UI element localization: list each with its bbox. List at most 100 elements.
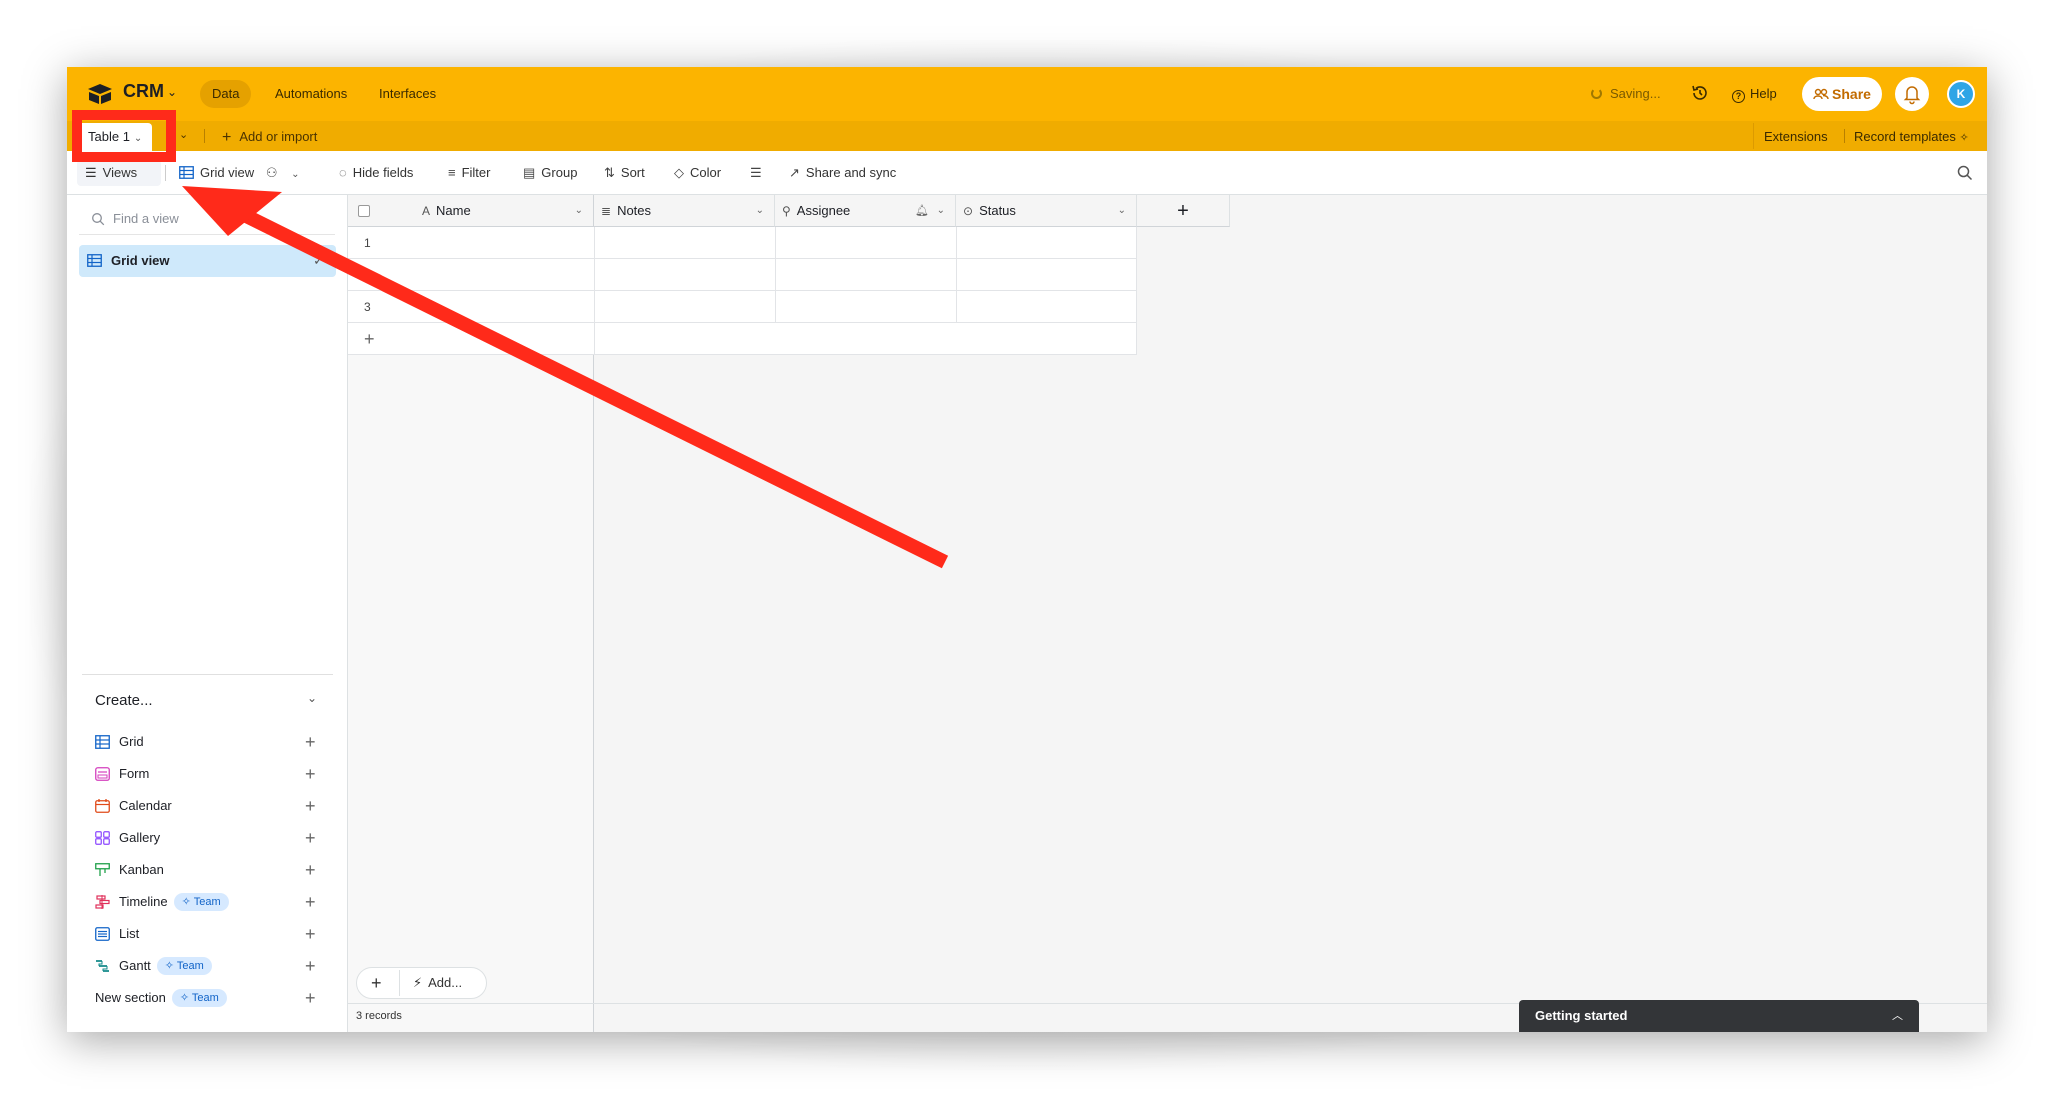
plus-icon[interactable]: + (305, 826, 316, 850)
plus-icon: + (1177, 200, 1189, 222)
plus-icon[interactable]: + (305, 730, 316, 754)
plus-icon[interactable]: + (305, 954, 316, 978)
extensions-button[interactable]: Extensions (1764, 129, 1828, 144)
table-row[interactable]: 3 (348, 291, 1137, 323)
table-row[interactable]: 1 (348, 227, 1137, 259)
tab-data[interactable]: Data (200, 80, 252, 108)
chevron-up-icon[interactable]: ︿ (1892, 1000, 1903, 1032)
add-field-button[interactable]: + (1137, 195, 1230, 227)
chevron-down-icon[interactable]: ⌄ (167, 85, 177, 99)
tab-automations[interactable]: Automations (263, 80, 359, 108)
divider (82, 674, 333, 675)
avatar[interactable]: K (1947, 80, 1975, 108)
tab-interfaces[interactable]: Interfaces (367, 80, 448, 108)
getting-started-panel[interactable]: Getting started ︿ (1519, 1000, 1919, 1032)
cell-divider (594, 291, 595, 323)
record-templates-button[interactable]: Record templates ✧ (1854, 129, 1969, 144)
create-form-item[interactable]: Form + (95, 762, 325, 786)
select-all-checkbox[interactable] (358, 205, 370, 217)
divider (165, 165, 166, 181)
notifications-button[interactable] (1895, 77, 1929, 111)
bell-icon[interactable]: 🔔︎ (915, 195, 929, 227)
current-view-name: Grid view (200, 165, 255, 180)
create-gantt-item[interactable]: Gantt ✧ Team + (95, 954, 325, 978)
create-list-item[interactable]: List + (95, 922, 325, 946)
cell-divider (956, 259, 957, 291)
airtable-logo-icon[interactable] (87, 83, 113, 105)
create-new-section-item[interactable]: New section ✧ Team + (95, 986, 325, 1010)
find-view-placeholder: Find a view (113, 211, 179, 226)
filter-button[interactable]: ≡ Filter (448, 165, 490, 180)
create-item-label-wrap: Gantt ✧ Team (119, 954, 212, 978)
view-switcher[interactable]: Grid view ⚇ ⌄ (179, 165, 299, 181)
views-sidebar: Find a view Grid view ✓ Create... ⌄ Grid… (67, 195, 348, 1032)
chevron-down-icon[interactable]: ⌄ (756, 195, 764, 227)
getting-started-label: Getting started (1535, 1008, 1628, 1023)
external-link-icon: ↗ (789, 165, 800, 180)
create-timeline-item[interactable]: Timeline ✧ Team + (95, 890, 325, 914)
views-toggle-button[interactable]: ☰ Views (77, 160, 161, 186)
sort-button[interactable]: ⇅ Sort (604, 165, 645, 181)
views-label: Views (102, 165, 138, 180)
plus-icon[interactable]: + (305, 922, 316, 946)
share-and-sync-button[interactable]: ↗ Share and sync (789, 165, 896, 181)
chevron-down-icon[interactable]: ⌄ (307, 691, 317, 705)
cell-divider (775, 259, 776, 291)
create-kanban-item[interactable]: Kanban + (95, 858, 325, 882)
row-height-button[interactable]: ☰ (750, 165, 768, 181)
team-badge-label: Team (176, 960, 204, 972)
color-button[interactable]: ◇ Color (674, 165, 721, 181)
chevron-down-icon[interactable]: ⌄ (937, 195, 945, 227)
form-icon (95, 767, 110, 781)
chevron-down-icon[interactable]: ⌄ (179, 128, 188, 141)
filter-label: Filter (461, 165, 491, 180)
history-icon[interactable] (1690, 83, 1710, 103)
chevron-down-icon[interactable]: ⌄ (575, 195, 583, 227)
column-header-status[interactable]: ⊙ Status ⌄ (956, 195, 1137, 227)
help-button[interactable]: ? Help (1732, 86, 1777, 103)
column-name-label: Status (979, 203, 1016, 218)
create-item-label: Gantt (119, 958, 151, 973)
sidebar-item-grid-view[interactable]: Grid view ✓ (79, 245, 336, 277)
create-item-label: List (119, 926, 140, 941)
sparkle-icon: ✧ (1959, 132, 1969, 144)
plus-icon[interactable]: + (305, 858, 316, 882)
grid-icon (87, 254, 102, 267)
create-item-label: Calendar (119, 798, 172, 813)
paint-bucket-icon: ◇ (674, 165, 684, 180)
column-header-notes[interactable]: ≣ Notes ⌄ (594, 195, 775, 227)
create-section-title[interactable]: Create... (95, 692, 153, 709)
group-button[interactable]: ▤ Group (523, 165, 577, 181)
add-row-button[interactable]: + (348, 323, 1137, 355)
base-name[interactable]: CRM (123, 81, 164, 102)
cell-divider (594, 323, 595, 355)
column-header-assignee[interactable]: ⚲ Assignee 🔔︎ ⌄ (775, 195, 956, 227)
share-button[interactable]: Share (1802, 77, 1882, 111)
divider (204, 129, 205, 143)
plus-icon[interactable]: + (305, 890, 316, 914)
column-header-name[interactable]: A Name ⌄ (348, 195, 594, 227)
chevron-down-icon[interactable]: ⌄ (1118, 195, 1126, 227)
add-label: Add... (428, 975, 463, 990)
add-record-button[interactable]: + (371, 968, 382, 998)
table-row[interactable]: 2 (348, 259, 1137, 291)
help-icon: ? (1732, 90, 1745, 103)
find-view-input[interactable]: Find a view (79, 203, 335, 235)
user-icon: ⚲ (782, 204, 791, 218)
row-number: 3 (364, 300, 371, 314)
hide-fields-button[interactable]: ◌ Hide fields (339, 165, 413, 180)
plus-icon[interactable]: + (305, 762, 316, 786)
add-or-import-button[interactable]: + Add or import (222, 129, 317, 147)
view-toolbar: ☰ Views Grid view ⚇ ⌄ ◌ Hide fields ≡ Filte… (67, 151, 1987, 195)
plus-icon[interactable]: + (305, 986, 316, 1010)
add-with-ai-button[interactable]: ⚡︎ Add... (413, 968, 462, 998)
search-icon[interactable] (1956, 164, 1974, 182)
plus-icon[interactable]: + (305, 794, 316, 818)
create-calendar-item[interactable]: Calendar + (95, 794, 325, 818)
sidebar-item-label: Grid view (111, 253, 170, 268)
team-badge-label: Team (193, 896, 221, 908)
create-grid-item[interactable]: Grid + (95, 730, 325, 754)
create-gallery-item[interactable]: Gallery + (95, 826, 325, 850)
add-or-import-label: Add or import (239, 129, 318, 144)
table-bar: Table 1 ⌄ ⌄ + Add or import Extensions Rec… (67, 121, 1987, 151)
